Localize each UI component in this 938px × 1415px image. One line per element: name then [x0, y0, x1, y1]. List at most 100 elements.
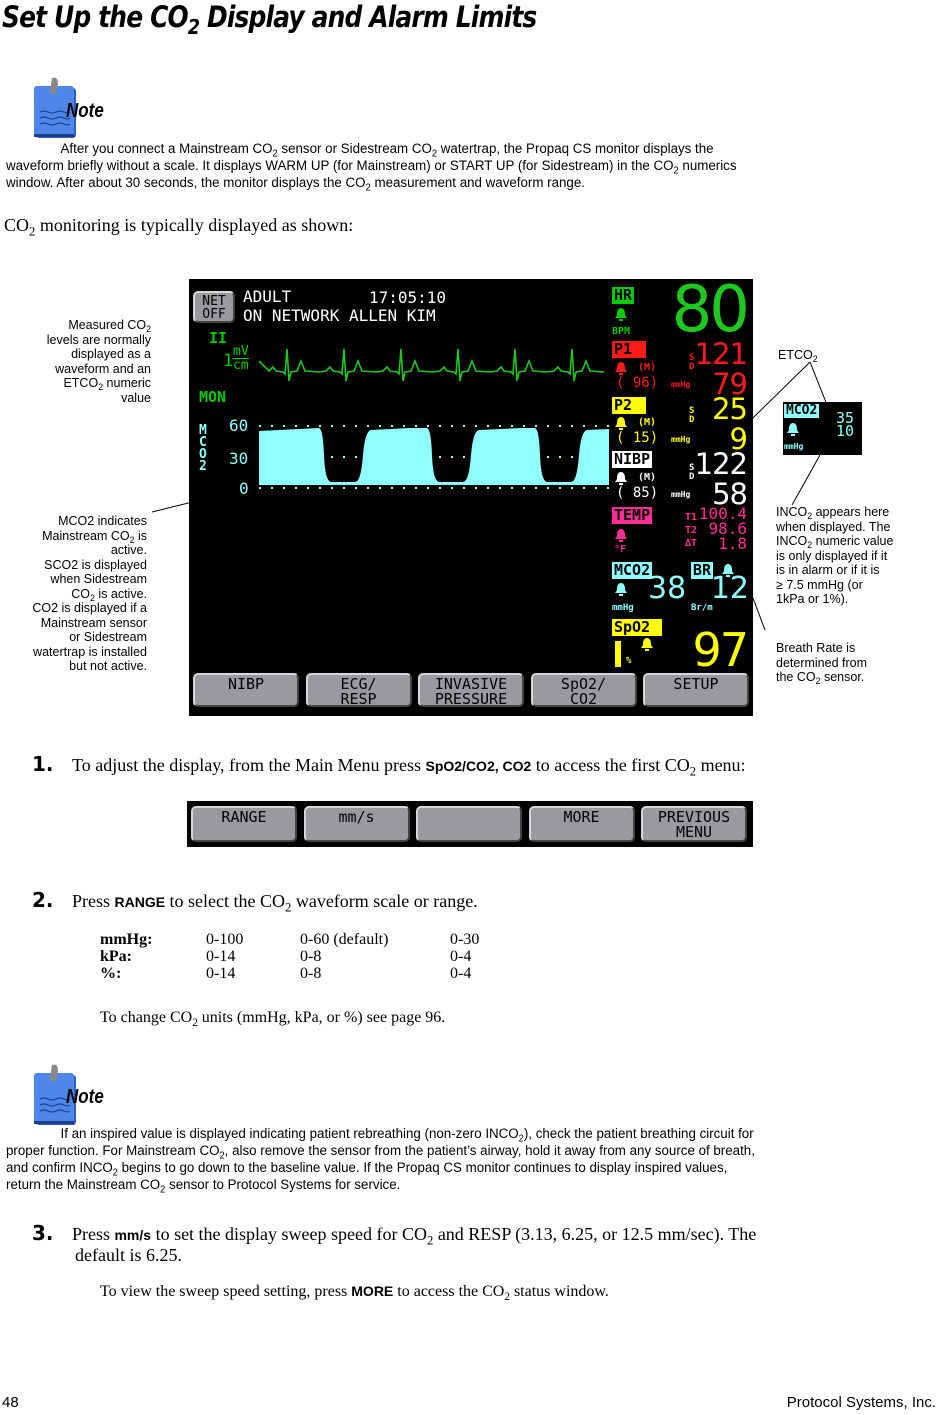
co2-grid-dot	[607, 487, 609, 489]
callout-line: value	[0, 391, 151, 406]
temp-label[interactable]: TEMP	[612, 507, 653, 524]
range-row: mmHg: 0-100 0-60 (default) 0-30	[100, 931, 510, 948]
br-unit: Br/m	[691, 603, 713, 613]
co2-grid-dot	[487, 425, 489, 427]
note-text-run: window. After about 30 seconds, the moni…	[6, 175, 366, 191]
temp-values: 100.4 98.6 1.8	[699, 506, 747, 552]
note-line: If an inspired value is displayed indica…	[6, 1126, 937, 1144]
p1-mean: ( 96)	[616, 375, 659, 391]
spo2-alarm-bell-icon	[641, 638, 653, 651]
range-unit: mmHg:	[100, 931, 153, 948]
p2-values: 25 9	[712, 394, 748, 454]
callout-text: value	[121, 390, 151, 405]
step-1-number: 1.	[32, 752, 54, 776]
callout-inco2: INCO2 appears here when displayed. The INC…	[776, 505, 936, 607]
spo2-label[interactable]: SpO2	[612, 619, 662, 636]
br-value: 12	[710, 571, 749, 606]
callout-line: SCO2 is displayed	[0, 558, 147, 573]
callout-line: ≥ 7.5 mmHg (or	[776, 578, 936, 593]
button-label: RANGE	[221, 808, 267, 826]
note-line: return the Mainstream CO2 sensor to Prot…	[6, 1177, 937, 1195]
co2-menu-previous-menu-button[interactable]: PREVIOUS MENU	[641, 806, 747, 842]
spo2-signal-bar	[615, 641, 621, 667]
step-1-key: SpO2/CO2, CO2	[425, 758, 532, 774]
note-text-run: sensor or Sidestream CO	[277, 141, 432, 157]
step-3-post: and RESP (3.13, 6.25, or 12.5 mm/sec). T…	[433, 1224, 757, 1244]
hr-label[interactable]: HR	[612, 287, 635, 304]
nibp-systolic: 122	[694, 447, 748, 481]
p1-unit: mmHg	[671, 380, 691, 389]
co2-grid-dot	[271, 487, 273, 489]
note-body: If an inspired value is displayed indica…	[6, 1126, 937, 1195]
co2-grid-dot	[439, 425, 441, 427]
nibp-sd-labels: SD	[689, 464, 694, 482]
co2-grid-dot	[595, 487, 597, 489]
callout-text: sensor.	[820, 670, 865, 684]
callout-line: when displayed. The	[776, 520, 936, 535]
step-3-subnote-post: status window.	[509, 1283, 609, 1300]
co2-menu-mm-s-button[interactable]: mm/s	[303, 806, 410, 842]
callout-text: determined from	[776, 655, 868, 670]
co2-grid-dot	[379, 425, 381, 427]
co2-menu-blank-button[interactable]	[416, 806, 522, 842]
co2-grid-dot	[511, 425, 513, 427]
button-label: SETUP	[673, 675, 719, 693]
menu-nibp-button[interactable]: NIBP	[193, 673, 299, 707]
br-label[interactable]: BR	[691, 562, 714, 579]
callout-mco2: MCO2 indicates Mainstream CO2 is active. SC…	[0, 514, 147, 674]
p1-systolic: 121	[694, 337, 748, 371]
menu-spo2-co2-button[interactable]: SpO2/CO2	[530, 673, 637, 707]
co2-grid-dot	[547, 456, 549, 458]
off-label: OFF	[202, 307, 226, 322]
co2-grid-dot	[535, 487, 537, 489]
co2-grid-dot	[307, 487, 309, 489]
menu-setup-button[interactable]: SETUP	[643, 673, 749, 707]
co2-grid-dot	[439, 456, 441, 458]
note-line: window. After about 30 seconds, the moni…	[6, 175, 932, 193]
p2-mean-label: (M)	[638, 417, 657, 428]
callout-text: levels are normally	[46, 332, 151, 347]
inset-alarm-bell-icon	[787, 423, 799, 436]
co2-grid-dot	[295, 487, 297, 489]
p1-label[interactable]: P1	[612, 341, 646, 358]
range-value: 0-8	[300, 948, 322, 965]
nibp-unit: mmHg	[671, 490, 691, 499]
temp-alarm-bell-icon	[615, 529, 627, 542]
callout-text: numeric	[103, 376, 151, 390]
nibp-label[interactable]: NIBP	[612, 451, 653, 468]
hr-alarm-bell-icon	[615, 308, 627, 321]
range-unit: %:	[100, 965, 122, 982]
callout-text: numeric value	[812, 534, 894, 548]
note-text-run: return the Mainstream CO	[6, 1177, 161, 1193]
temp-unit: °F	[614, 544, 627, 555]
callout-text: but not active.	[69, 659, 147, 673]
co2-menu-range-button[interactable]: RANGE	[191, 806, 297, 842]
note-text-run: sensor to Protocol Systems for service.	[165, 1177, 401, 1193]
note-label: Note	[66, 1086, 104, 1108]
note-line: and confirm INCO2 begins to go down to t…	[6, 1160, 937, 1178]
callout-text: CO	[71, 586, 91, 601]
range-value: 0-60 (default)	[300, 931, 389, 948]
co2-grid-dot	[451, 456, 453, 458]
step-3-key: mm/s	[114, 1227, 152, 1243]
co2-grid-dot	[595, 425, 597, 427]
menu-ecg-resp-button[interactable]: ECG/RESP	[305, 673, 412, 707]
co2-grid-dot	[403, 425, 405, 427]
hr-unit: BPM	[612, 326, 631, 337]
intro-pre: CO	[4, 215, 30, 235]
mco2-label[interactable]: MCO2	[612, 562, 653, 579]
units-note-pre: To change CO	[100, 1009, 193, 1026]
callout-line: Measured CO2	[0, 318, 151, 333]
net-off-button[interactable]: NET OFF	[193, 291, 235, 323]
co2-grid-dot	[499, 487, 501, 489]
co2-unit: mmHg	[612, 603, 634, 613]
range-value: 0-14	[206, 965, 236, 982]
menu-invasive-pressure-button[interactable]: INVASIVE PRESSURE	[418, 673, 524, 707]
p2-label[interactable]: P2	[612, 397, 646, 414]
callout-line: MCO2 indicates	[0, 514, 147, 529]
nibp-values: 122 58	[694, 447, 748, 509]
co2-menu-more-button[interactable]: MORE	[528, 806, 635, 842]
callout-text: Breath Rate is	[776, 641, 856, 655]
co2-grid-dot	[583, 487, 585, 489]
leader-line-br	[752, 597, 766, 631]
